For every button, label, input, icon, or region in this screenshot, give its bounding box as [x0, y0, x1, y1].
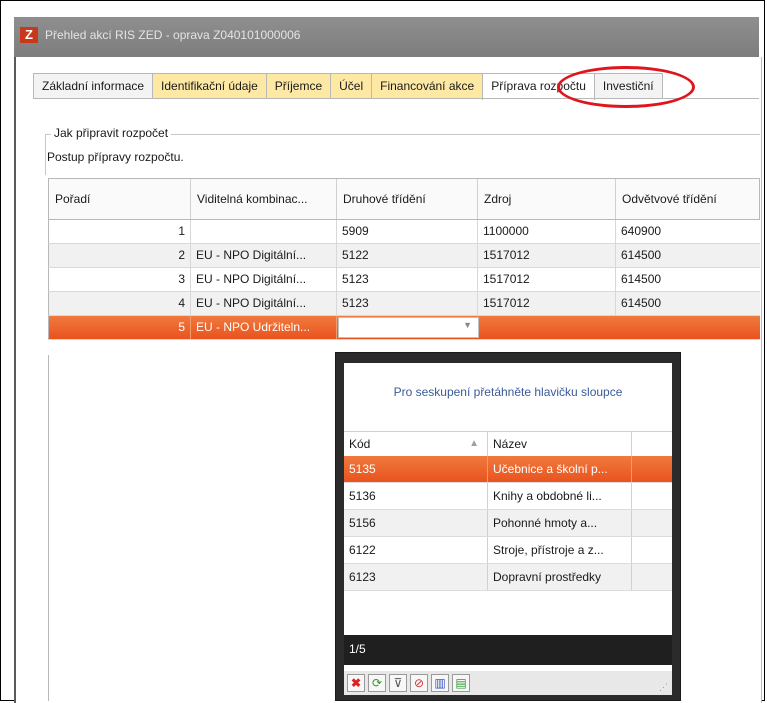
column-header-druhove[interactable]: Druhové třídění	[337, 179, 478, 219]
title-bar: Z Přehled akcí RIS ZED - oprava Z0401010…	[14, 17, 759, 57]
tab-financovani-akce[interactable]: Financování akce	[371, 73, 484, 98]
dropdown-toolbar: ✖ ⟳ ⊽ ⊘ ▥ ▤ ⋰	[344, 671, 672, 695]
cell-odvetvove: 640900	[621, 224, 662, 238]
column-header-kombinace[interactable]: Viditelná kombinac...	[191, 179, 337, 219]
highlight-circle	[557, 66, 695, 108]
column-header-kod-label: Kód	[349, 437, 371, 451]
item-kod: 5156	[344, 510, 488, 536]
cell-poradi: 1	[49, 220, 191, 243]
item-kod: 6122	[344, 537, 488, 563]
refresh-icon[interactable]: ⟳	[368, 674, 386, 692]
item-nazev: Stroje, přístroje a z...	[488, 537, 632, 563]
column-header-kod[interactable]: Kód ▲	[344, 432, 488, 456]
tab-prijemce[interactable]: Příjemce	[265, 73, 332, 98]
column-header-odvetvove[interactable]: Odvětvové třídění	[616, 179, 761, 219]
dropdown-list-panel: Pro seskupení přetáhněte hlavičku sloupc…	[344, 363, 672, 673]
druhove-trideni-combobox[interactable]: ▼	[338, 317, 479, 338]
cell-druhove: 5909	[337, 220, 478, 243]
table-row[interactable]: 2 EU - NPO Digitální... 5122 1517012 614…	[48, 244, 760, 268]
sort-ascending-icon: ▲	[469, 438, 479, 449]
cell-poradi: 3	[49, 268, 191, 291]
cell-kombinace: EU - NPO Digitální...	[191, 268, 337, 291]
cell-druhove: 5123	[337, 268, 478, 291]
item-nazev: Učebnice a školní p...	[488, 456, 632, 482]
dropdown-item[interactable]: 6122 Stroje, přístroje a z...	[344, 537, 672, 564]
window-title: Přehled akcí RIS ZED - oprava Z040101000…	[45, 28, 301, 42]
table-row[interactable]: 1 5909 1100000 640900	[48, 220, 760, 244]
cell-zdroj: 1517012	[478, 268, 616, 291]
budget-grid: Pořadí Viditelná kombinac... Druhové tří…	[48, 178, 760, 340]
dropdown-item[interactable]: 5136 Knihy a obdobné li...	[344, 483, 672, 510]
section-legend: Jak připravit rozpočet	[51, 126, 172, 140]
chevron-down-icon[interactable]: ▼	[463, 320, 472, 330]
column-header-poradi[interactable]: Pořadí	[49, 179, 191, 219]
selected-table-row[interactable]: 5 EU - NPO Udržiteln... ▼	[48, 316, 760, 340]
cell-poradi: 5	[49, 316, 191, 339]
cell-poradi: 2	[49, 244, 191, 267]
cell-poradi: 4	[49, 292, 191, 315]
cell-zdroj: 1517012	[478, 244, 616, 267]
cell-druhove: 5123	[337, 292, 478, 315]
grid-header: Pořadí Viditelná kombinac... Druhové tří…	[48, 178, 760, 220]
cell-kombinace: EU - NPO Udržiteln...	[191, 316, 337, 339]
dropdown-header: Kód ▲ Název	[344, 431, 672, 457]
cell-kombinace	[191, 220, 337, 243]
cell-odvetvove: 614500	[621, 296, 662, 310]
column-header-nazev[interactable]: Název	[488, 432, 632, 456]
dropdown-item[interactable]: 5156 Pohonné hmoty a...	[344, 510, 672, 537]
item-nazev: Knihy a obdobné li...	[488, 483, 632, 509]
group-by-hint[interactable]: Pro seskupení přetáhněte hlavičku sloupc…	[344, 385, 672, 399]
item-nazev: Dopravní prostředky	[488, 564, 632, 590]
tab-zakladni-informace[interactable]: Základní informace	[33, 73, 154, 98]
cell-kombinace: EU - NPO Digitální...	[191, 292, 337, 315]
dropdown-item[interactable]: 5135 Učebnice a školní p...	[344, 456, 672, 483]
cell-odvetvove: 614500	[621, 248, 662, 262]
cell-zdroj: 1517012	[478, 292, 616, 315]
dropdown-item[interactable]: 6123 Dopravní prostředky	[344, 564, 672, 591]
pager-text: 1/5	[349, 642, 366, 656]
columns-icon[interactable]: ▥	[431, 674, 449, 692]
app-logo-icon: Z	[20, 27, 38, 43]
cell-kombinace: EU - NPO Digitální...	[191, 244, 337, 267]
tab-identifikacni-udaje[interactable]: Identifikační údaje	[152, 73, 267, 98]
item-kod: 6123	[344, 564, 488, 590]
grid-left-border	[48, 355, 49, 701]
delete-icon[interactable]: ✖	[347, 674, 365, 692]
section-description: Postup přípravy rozpočtu.	[47, 150, 184, 164]
group-icon[interactable]: ▤	[452, 674, 470, 692]
clear-filter-icon[interactable]: ⊘	[410, 674, 428, 692]
cell-zdroj: 1100000	[478, 220, 616, 243]
dropdown-popup: Pro seskupení přetáhněte hlavičku sloupc…	[335, 352, 681, 701]
filter-icon[interactable]: ⊽	[389, 674, 407, 692]
cell-druhove: 5122	[337, 244, 478, 267]
item-kod: 5136	[344, 483, 488, 509]
table-row[interactable]: 4 EU - NPO Digitální... 5123 1517012 614…	[48, 292, 760, 316]
tab-ucel[interactable]: Účel	[330, 73, 373, 98]
cell-odvetvove: 614500	[621, 272, 662, 286]
item-kod: 5135	[344, 456, 488, 482]
table-row[interactable]: 3 EU - NPO Digitální... 5123 1517012 614…	[48, 268, 760, 292]
item-nazev: Pohonné hmoty a...	[488, 510, 632, 536]
pager-bar: 1/5	[344, 635, 672, 665]
resize-grip-icon[interactable]: ⋰	[659, 682, 668, 693]
column-header-zdroj[interactable]: Zdroj	[478, 179, 616, 219]
